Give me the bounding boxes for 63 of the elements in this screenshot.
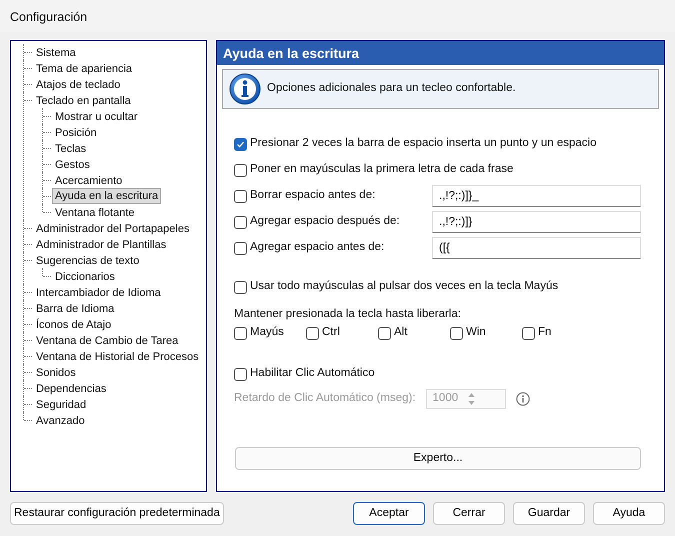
checkbox-label: Ctrl: [322, 325, 340, 340]
checkbox-label: Win: [466, 325, 486, 340]
checkbox[interactable]: [450, 326, 463, 340]
expert-button[interactable]: Experto...: [235, 447, 641, 470]
checkbox-label: Fn: [538, 325, 552, 340]
check-icon: [236, 140, 245, 148]
checkbox[interactable]: [234, 242, 247, 254]
checkbox-label: Habilitar Clic Automático: [250, 366, 375, 382]
tree-item[interactable]: Administrador de Plantillas: [33, 236, 170, 252]
info-icon: [229, 73, 261, 105]
tree-item[interactable]: Tema de apariencia: [33, 60, 136, 76]
delay-label: Retardo de Clic Automático (mseg):: [234, 391, 416, 406]
tree-item[interactable]: Sistema: [33, 44, 79, 60]
panel-title: Ayuda en la escritura: [217, 41, 664, 65]
dialog-button[interactable]: Ayuda: [593, 502, 665, 525]
input-field[interactable]: .,!?;:)]}_: [432, 185, 641, 207]
checkbox-label: Agregar espacio después de:: [250, 214, 400, 230]
checkbox[interactable]: [234, 326, 247, 340]
tree-item[interactable]: Avanzado: [33, 412, 88, 428]
section-label: Mantener presionada la tecla hasta liberarla:: [234, 307, 462, 322]
tree-item[interactable]: Ventana de Historial de Procesos: [33, 348, 202, 364]
checkbox[interactable]: [234, 216, 247, 228]
input-field[interactable]: .,!?;:)]}: [432, 211, 641, 233]
checkbox[interactable]: [522, 326, 535, 340]
tree-item[interactable]: Sugerencias de texto: [33, 252, 142, 268]
tree-item[interactable]: Barra de Idioma: [33, 300, 118, 316]
dialog-button[interactable]: Guardar: [513, 502, 585, 525]
tree-item[interactable]: Gestos: [52, 156, 93, 172]
checkbox[interactable]: [234, 190, 247, 202]
checkbox-label: Borrar espacio antes de:: [250, 188, 376, 204]
tree-item[interactable]: Atajos de teclado: [33, 76, 124, 92]
input-field[interactable]: ([{: [432, 237, 641, 259]
checkbox-label: Poner en mayúsculas la primera letra de cada frase: [250, 162, 514, 178]
checkbox[interactable]: [306, 326, 319, 340]
checkbox[interactable]: [378, 326, 391, 340]
dialog-button[interactable]: Cerrar: [433, 502, 505, 525]
tree-item[interactable]: Ayuda en la escritura: [52, 188, 162, 204]
checkbox-label: Usar todo mayúsculas al pulsar dos veces en la tecla Mayús: [250, 279, 558, 294]
tree-item[interactable]: Sonidos: [33, 364, 79, 380]
info-icon[interactable]: [516, 392, 530, 406]
tree-item[interactable]: Ventana flotante: [52, 204, 138, 220]
dialog-button[interactable]: Aceptar: [353, 502, 425, 525]
tree-item[interactable]: Diccionarios: [52, 268, 118, 284]
tree-item[interactable]: Ventana de Cambio de Tarea: [33, 332, 182, 348]
tree-item[interactable]: Posición: [52, 124, 100, 140]
tree-item[interactable]: Teclas: [52, 140, 90, 156]
checkbox-label: Presionar 2 veces la barra de espacio inserta un punto y un espacio: [250, 136, 596, 152]
tree-item[interactable]: Dependencias: [33, 380, 110, 396]
tree-item[interactable]: Administrador del Portapapeles: [33, 220, 192, 236]
tree-item[interactable]: Mostrar u ocultar: [52, 108, 141, 124]
checkbox[interactable]: [234, 280, 247, 294]
info-text: Opciones adicionales para un tecleo confortable.: [267, 81, 516, 96]
tree-item[interactable]: Seguridad: [33, 396, 90, 412]
tree-item[interactable]: Acercamiento: [52, 172, 126, 188]
checkbox-label: Alt: [394, 325, 408, 340]
checkbox-label: Agregar espacio antes de:: [250, 240, 384, 256]
tree-item[interactable]: Teclado en pantalla: [33, 92, 134, 108]
checkbox[interactable]: [234, 164, 247, 176]
checkbox-label: Mayús: [250, 325, 284, 340]
checkbox[interactable]: [234, 138, 247, 150]
tree-item[interactable]: Íconos de Atajo: [33, 316, 114, 332]
tree-item[interactable]: Intercambiador de Idioma: [33, 284, 164, 300]
restore-defaults-button[interactable]: Restaurar configuración predeterminada: [10, 502, 224, 525]
